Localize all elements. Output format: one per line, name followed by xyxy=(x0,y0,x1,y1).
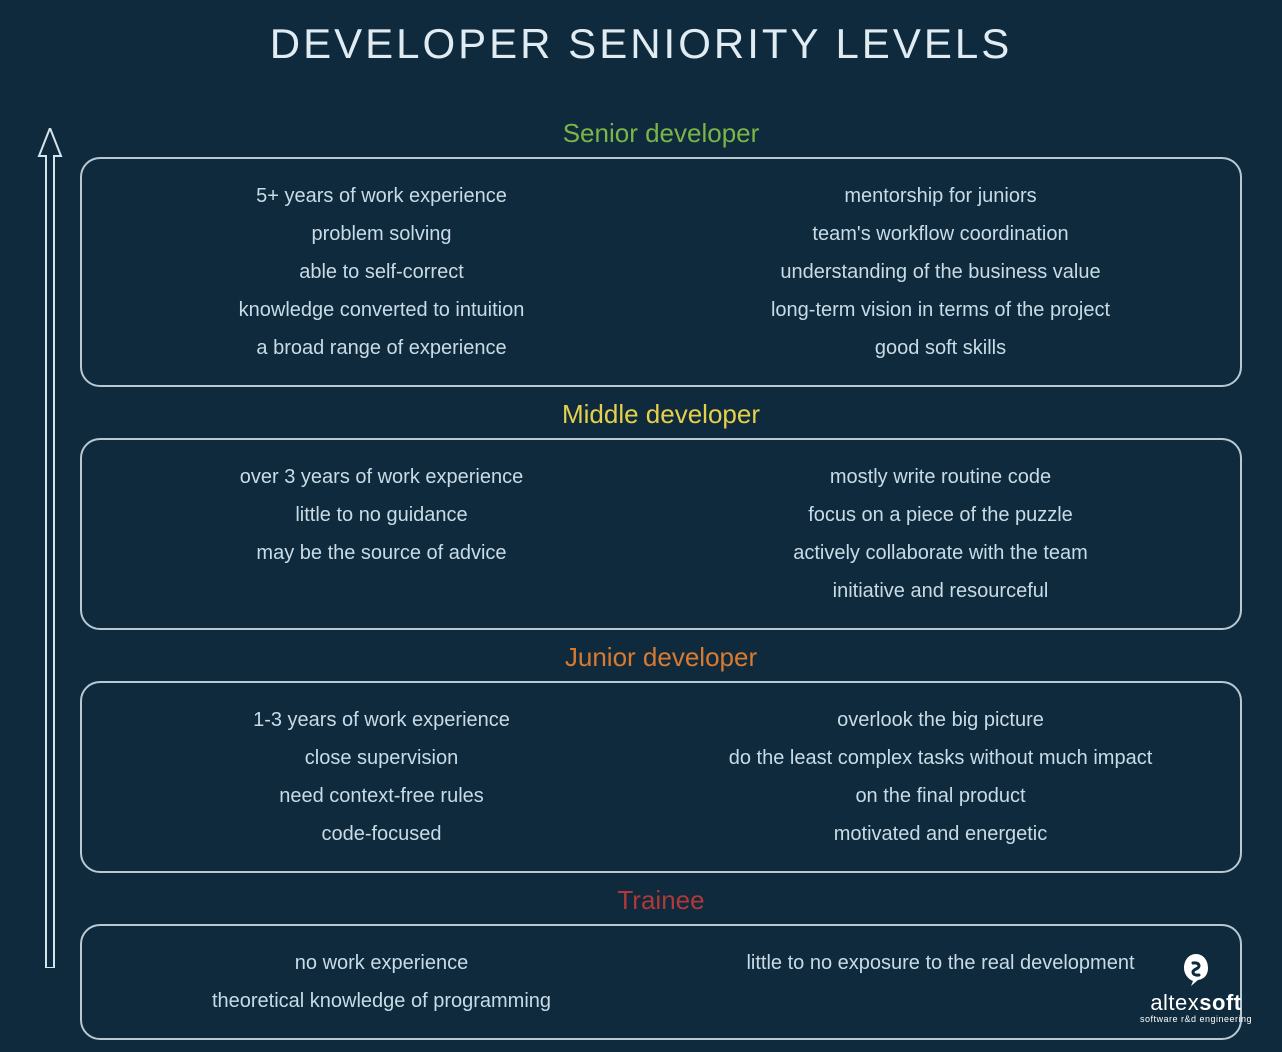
level-item: need context-free rules xyxy=(279,777,484,815)
brand-logo: altexsoft software r&d engineering xyxy=(1140,952,1252,1024)
level-item: focus on a piece of the puzzle xyxy=(808,496,1073,534)
level-item: on the final product xyxy=(855,777,1025,815)
level-item: may be the source of advice xyxy=(256,534,506,572)
level-title: Junior developer xyxy=(80,642,1242,673)
level-item: motivated and energetic xyxy=(834,815,1047,853)
level-item: mentorship for juniors xyxy=(844,177,1036,215)
arrow-column xyxy=(20,118,80,1052)
level-item: actively collaborate with the team xyxy=(793,534,1088,572)
logo-icon xyxy=(1180,952,1212,988)
level-item: theoretical knowledge of programming xyxy=(212,982,551,1020)
level-item: overlook the big picture xyxy=(837,701,1044,739)
growth-arrow-icon xyxy=(35,128,65,968)
logo-brand-prefix: altex xyxy=(1150,990,1199,1015)
level-item: understanding of the business value xyxy=(780,253,1100,291)
level-item: problem solving xyxy=(311,215,451,253)
level-item: mostly write routine code xyxy=(830,458,1051,496)
level-left-column: over 3 years of work experiencelittle to… xyxy=(112,458,651,610)
level-left-column: 1-3 years of work experienceclose superv… xyxy=(112,701,651,853)
level-title: Middle developer xyxy=(80,399,1242,430)
level-item: 1-3 years of work experience xyxy=(253,701,510,739)
logo-tagline: software r&d engineering xyxy=(1140,1014,1252,1024)
logo-brand-suffix: soft xyxy=(1199,990,1241,1015)
level-right-column: little to no exposure to the real develo… xyxy=(671,944,1210,1020)
level-right-column: overlook the big picturedo the least com… xyxy=(671,701,1210,853)
level-item: do the least complex tasks without much … xyxy=(729,739,1153,777)
page-title: DEVELOPER SENIORITY LEVELS xyxy=(0,0,1282,68)
level-box: no work experiencetheoretical knowledge … xyxy=(80,924,1242,1040)
levels-column: Senior developer 5+ years of work experie… xyxy=(80,118,1262,1052)
level-item: good soft skills xyxy=(875,329,1006,367)
level-right-column: mostly write routine codefocus on a piec… xyxy=(671,458,1210,610)
level-item: 5+ years of work experience xyxy=(256,177,507,215)
level-item: over 3 years of work experience xyxy=(240,458,523,496)
level-item: a broad range of experience xyxy=(256,329,506,367)
level-item: little to no guidance xyxy=(295,496,467,534)
level-box: over 3 years of work experiencelittle to… xyxy=(80,438,1242,630)
level-item: little to no exposure to the real develo… xyxy=(746,944,1134,982)
diagram-content: Senior developer 5+ years of work experie… xyxy=(0,118,1282,1052)
level-item: team's workflow coordination xyxy=(812,215,1068,253)
level-left-column: no work experiencetheoretical knowledge … xyxy=(112,944,651,1020)
level-item: initiative and resourceful xyxy=(833,572,1049,610)
level-item: long-term vision in terms of the project xyxy=(771,291,1110,329)
level-right-column: mentorship for juniorsteam's workflow co… xyxy=(671,177,1210,367)
level-left-column: 5+ years of work experienceproblem solvi… xyxy=(112,177,651,367)
level-box: 1-3 years of work experienceclose superv… xyxy=(80,681,1242,873)
level-title: Trainee xyxy=(80,885,1242,916)
level-title: Senior developer xyxy=(80,118,1242,149)
level-item: knowledge converted to intuition xyxy=(239,291,525,329)
level-item: no work experience xyxy=(295,944,468,982)
level-item: close supervision xyxy=(305,739,458,777)
level-box: 5+ years of work experienceproblem solvi… xyxy=(80,157,1242,387)
level-item: code-focused xyxy=(321,815,441,853)
level-item: able to self-correct xyxy=(299,253,464,291)
logo-text: altexsoft xyxy=(1150,990,1241,1016)
